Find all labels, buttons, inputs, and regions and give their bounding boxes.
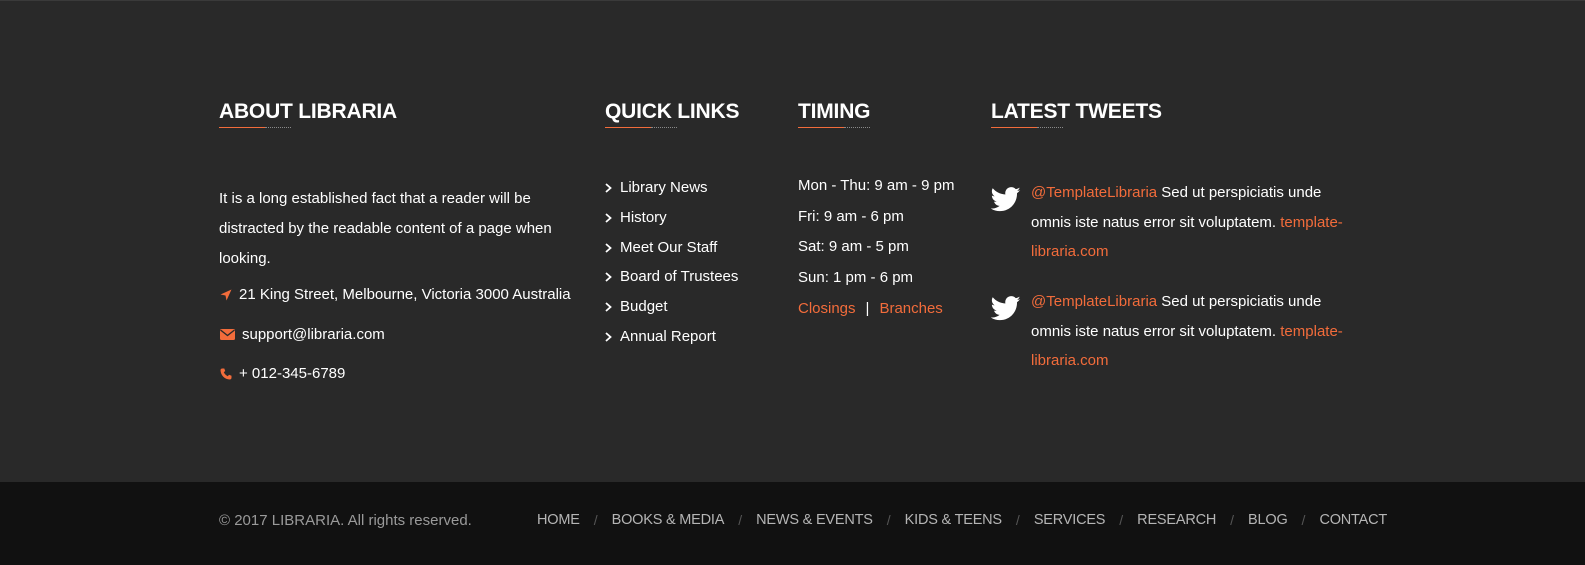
chevron-right-icon xyxy=(605,238,615,258)
quick-link-meet-our-staff[interactable]: Meet Our Staff xyxy=(605,238,738,268)
twitter-bird-icon xyxy=(990,296,1021,322)
about-column: ABOUT LIBRARIA It is a long established … xyxy=(219,99,571,382)
heading-underline xyxy=(798,127,870,130)
quick-link-label[interactable]: Meet Our Staff xyxy=(620,238,717,258)
quick-link-label[interactable]: History xyxy=(620,208,667,228)
timing-column: TIMING Mon - Thu: 9 am - 9 pm Fri: 9 am … xyxy=(798,99,978,317)
copyright-text: © 2017 LIBRARIA. All rights reserved. xyxy=(219,512,472,529)
footer-nav-news-events[interactable]: NEWS & EVENTS xyxy=(756,512,873,528)
footer-nav: HOME / BOOKS & MEDIA / NEWS & EVENTS / K… xyxy=(537,512,1387,528)
timing-heading: TIMING xyxy=(798,100,871,123)
timing-row: Fri: 9 am - 6 pm xyxy=(798,207,904,225)
chevron-right-icon xyxy=(605,327,615,347)
quick-link-board-of-trustees[interactable]: Board of Trustees xyxy=(605,267,738,297)
quick-link-library-news[interactable]: Library News xyxy=(605,178,738,208)
footer-main: ABOUT LIBRARIA It is a long established … xyxy=(0,0,1585,482)
chevron-right-icon xyxy=(605,178,615,198)
tweet-handle-link[interactable]: @TemplateLibraria xyxy=(1031,293,1157,310)
timing-separator: | xyxy=(865,300,870,317)
nav-separator: / xyxy=(1301,512,1306,528)
envelope-icon xyxy=(219,328,235,342)
footer-nav-services[interactable]: SERVICES xyxy=(1034,512,1106,528)
quick-link-label[interactable]: Annual Report xyxy=(620,327,716,347)
tweet-text: @TemplateLibraria Sed ut perspiciatis un… xyxy=(1031,178,1351,267)
timing-links: Closings | Branches xyxy=(798,300,943,317)
nav-separator: / xyxy=(886,512,891,528)
footer-nav-contact[interactable]: CONTACT xyxy=(1319,512,1387,528)
tweets-column: LATEST TWEETS @TemplateLibraria Sed ut p… xyxy=(990,99,1361,369)
quick-links-column: QUICK LINKS Library News History Meet Ou… xyxy=(605,99,775,345)
nav-separator: / xyxy=(1230,512,1235,528)
footer-nav-research[interactable]: RESEARCH xyxy=(1137,512,1216,528)
address-text: 21 King Street, Melbourne, Victoria 3000… xyxy=(239,286,571,303)
footer-nav-home[interactable]: HOME xyxy=(537,512,580,528)
quick-link-budget[interactable]: Budget xyxy=(605,297,738,327)
quick-link-label[interactable]: Board of Trustees xyxy=(620,267,738,287)
tweet-handle-link[interactable]: @TemplateLibraria xyxy=(1031,184,1157,201)
contact-email[interactable]: support@libraria.com xyxy=(219,326,385,343)
heading-underline xyxy=(991,127,1063,130)
tweet-item: @TemplateLibraria Sed ut perspiciatis un… xyxy=(990,287,1351,376)
phone-icon xyxy=(219,367,233,381)
timing-row: Sun: 1 pm - 6 pm xyxy=(798,268,914,286)
quick-links-heading: QUICK LINKS xyxy=(605,100,740,123)
chevron-right-icon xyxy=(605,208,615,228)
closings-link[interactable]: Closings xyxy=(798,300,856,317)
email-link[interactable]: support@libraria.com xyxy=(242,326,385,343)
nav-separator: / xyxy=(738,512,743,528)
tweet-text: @TemplateLibraria Sed ut perspiciatis un… xyxy=(1031,287,1351,376)
quick-link-label[interactable]: Library News xyxy=(620,178,708,198)
twitter-bird-icon xyxy=(990,187,1021,213)
timing-row: Mon - Thu: 9 am - 9 pm xyxy=(798,177,955,194)
nav-separator: / xyxy=(1119,512,1124,528)
footer-nav-blog[interactable]: BLOG xyxy=(1248,512,1288,528)
tweets-heading: LATEST TWEETS xyxy=(991,100,1162,123)
quick-link-history[interactable]: History xyxy=(605,208,738,238)
branches-link[interactable]: Branches xyxy=(879,300,942,317)
chevron-right-icon xyxy=(605,267,615,287)
quick-links-list: Library News History Meet Our Staff Boar… xyxy=(605,178,738,357)
contact-phone[interactable]: + 012-345-6789 xyxy=(219,365,345,382)
quick-link-annual-report[interactable]: Annual Report xyxy=(605,327,738,357)
heading-underline xyxy=(219,127,291,130)
timing-row: Sat: 9 am - 5 pm xyxy=(798,238,909,255)
nav-separator: / xyxy=(1015,512,1020,528)
footer-nav-kids-teens[interactable]: KIDS & TEENS xyxy=(905,512,1002,528)
chevron-right-icon xyxy=(605,297,615,317)
about-heading: ABOUT LIBRARIA xyxy=(219,100,398,123)
quick-link-label[interactable]: Budget xyxy=(620,297,668,317)
heading-underline xyxy=(605,127,677,130)
footer-nav-books-media[interactable]: BOOKS & MEDIA xyxy=(612,512,725,528)
contact-address: 21 King Street, Melbourne, Victoria 3000… xyxy=(219,286,571,303)
phone-text[interactable]: + 012-345-6789 xyxy=(239,365,345,382)
tweet-item: @TemplateLibraria Sed ut perspiciatis un… xyxy=(990,178,1351,267)
about-text: It is a long established fact that a rea… xyxy=(219,190,552,267)
timing-list: Mon - Thu: 9 am - 9 pm Fri: 9 am - 6 pm … xyxy=(798,176,954,298)
location-arrow-icon xyxy=(219,288,233,302)
nav-separator: / xyxy=(593,512,598,528)
